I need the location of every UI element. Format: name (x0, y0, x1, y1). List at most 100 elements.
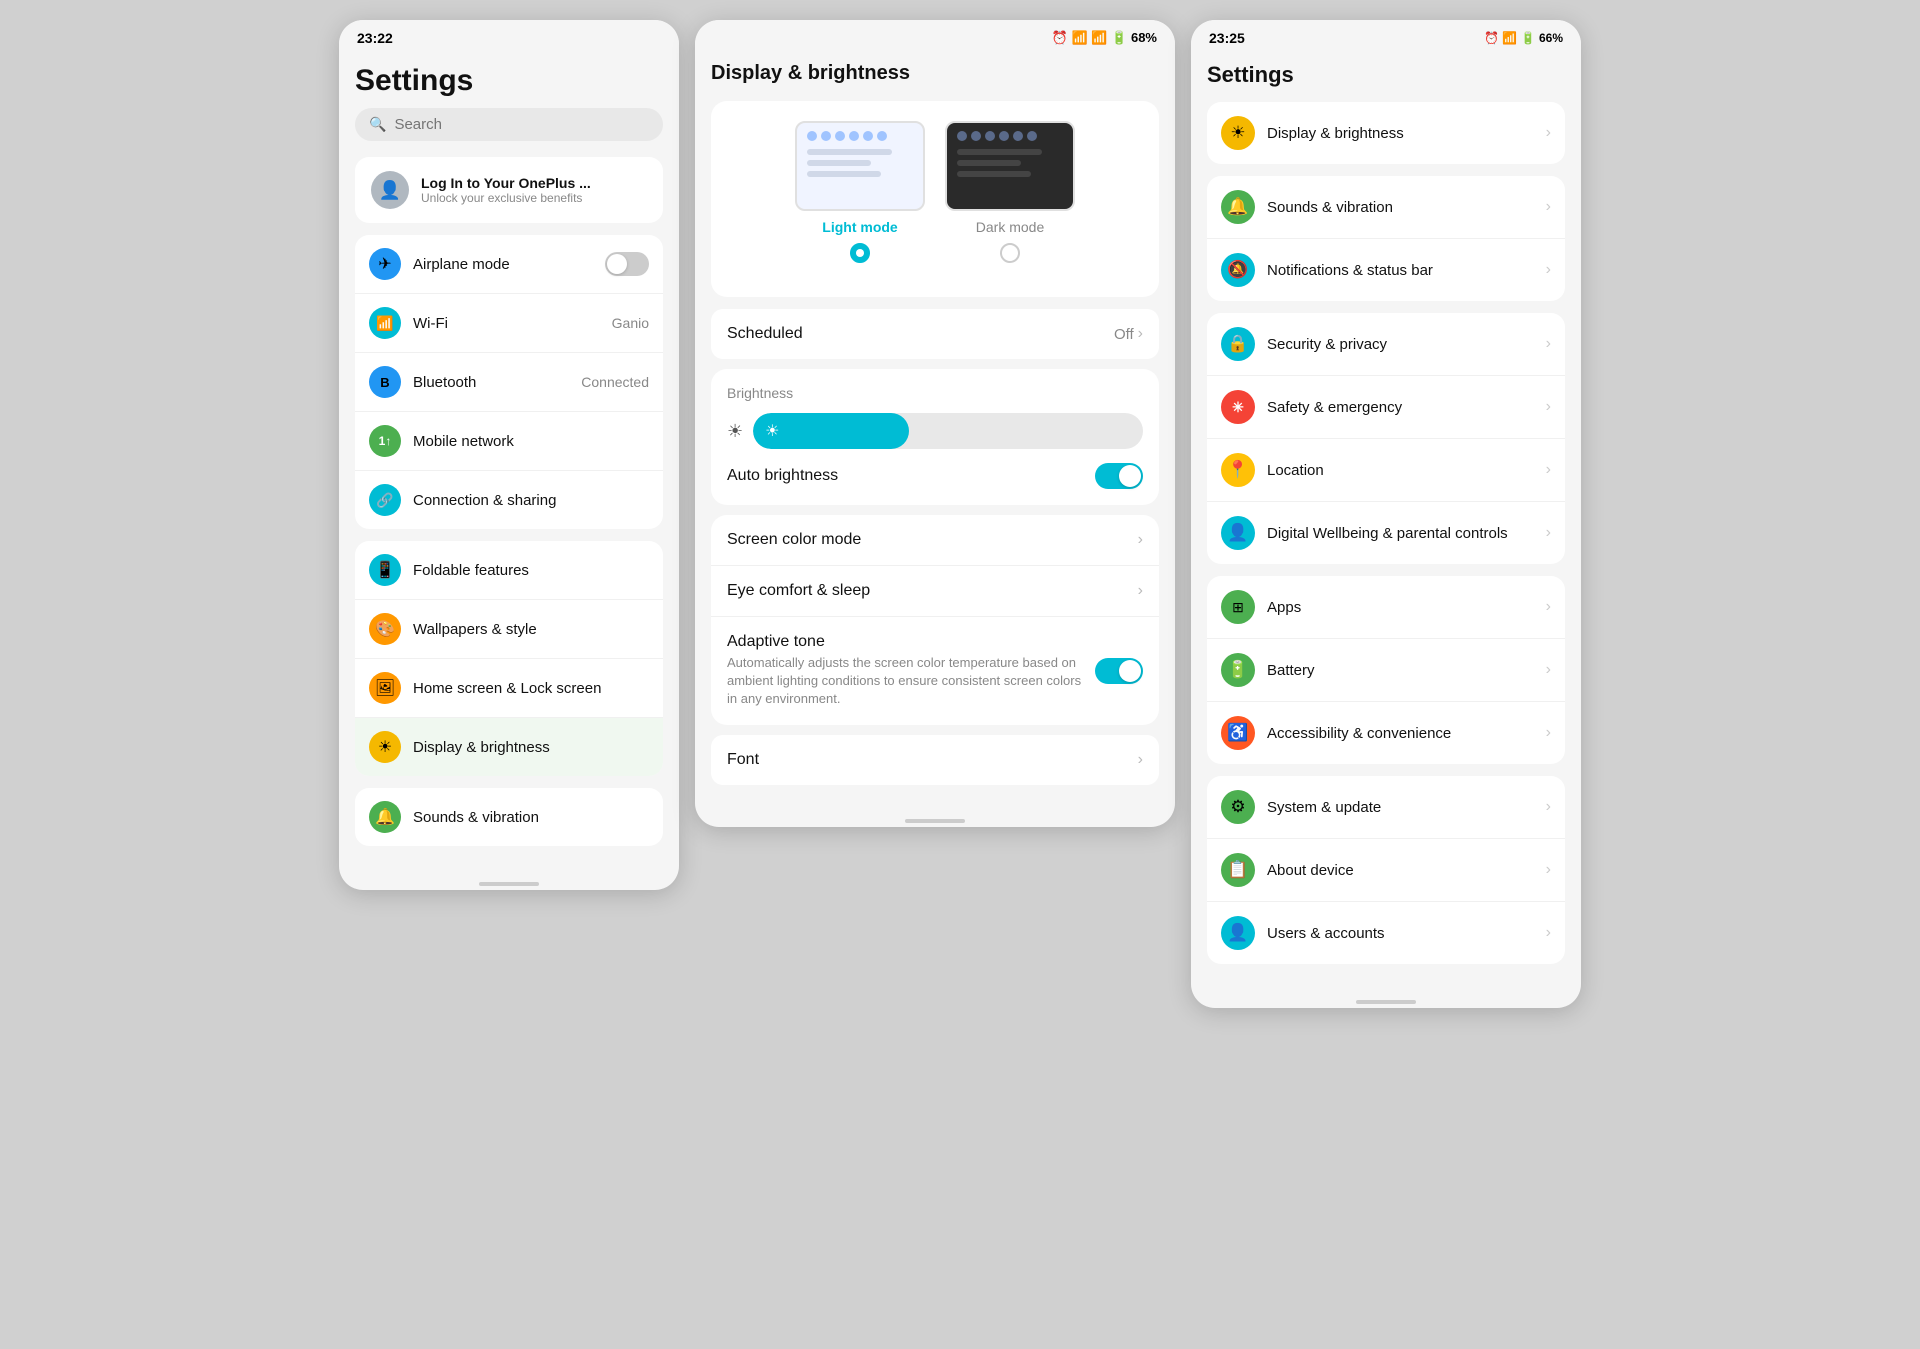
sidebar-item-foldable[interactable]: 📱 Foldable features (355, 541, 663, 600)
right-item-accessibility[interactable]: ♿ Accessibility & convenience › (1207, 702, 1565, 764)
adaptive-tone-toggle[interactable] (1095, 658, 1143, 684)
right-notifications-icon: 🔕 (1221, 253, 1255, 287)
right-item-location[interactable]: 📍 Location › (1207, 439, 1565, 502)
bluetooth-icon: B (369, 366, 401, 398)
preview-line (957, 160, 1021, 166)
right-scroll-bar (1356, 1000, 1416, 1004)
auto-brightness-toggle[interactable] (1095, 463, 1143, 489)
brightness-low-icon: ☀ (727, 421, 743, 442)
search-input[interactable] (394, 116, 649, 133)
font-row[interactable]: Font › (711, 735, 1159, 785)
sidebar-item-display[interactable]: ☀ Display & brightness (355, 718, 663, 776)
middle-status-icons: ⏰ 📶 📶 🔋 68% (1052, 30, 1157, 46)
right-users-chevron: › (1546, 924, 1551, 942)
sidebar-item-connection[interactable]: 🔗 Connection & sharing (355, 471, 663, 529)
light-mode-option[interactable]: Light mode (795, 121, 925, 263)
auto-brightness-label: Auto brightness (727, 467, 838, 485)
right-item-battery[interactable]: 🔋 Battery › (1207, 639, 1565, 702)
preview-line (807, 171, 881, 177)
right-sounds-label: Sounds & vibration (1267, 199, 1534, 216)
airplane-label: Airplane mode (413, 256, 593, 273)
mobile-label: Mobile network (413, 433, 649, 450)
bluetooth-label: Bluetooth (413, 374, 569, 391)
right-battery-icon: 🔋 (1221, 653, 1255, 687)
right-item-apps[interactable]: ⊞ Apps › (1207, 576, 1565, 639)
sidebar-item-wifi[interactable]: 📶 Wi-Fi Ganio (355, 294, 663, 353)
preview-line (807, 160, 871, 166)
preview-dot (985, 131, 995, 141)
sidebar-item-sounds[interactable]: 🔔 Sounds & vibration (355, 788, 663, 846)
airplane-icon: ✈ (369, 248, 401, 280)
auto-brightness-row: Auto brightness (727, 463, 1143, 489)
display-list-card: Screen color mode › Eye comfort & sleep … (711, 515, 1159, 725)
sidebar-item-homescreen[interactable]: 🖼 Home screen & Lock screen (355, 659, 663, 718)
sidebar-item-mobile[interactable]: 1↑ Mobile network (355, 412, 663, 471)
connectivity-group: ✈ Airplane mode 📶 Wi-Fi Ganio B Bluetoot… (355, 235, 663, 529)
dark-mode-preview (945, 121, 1075, 211)
right-accessibility-icon: ♿ (1221, 716, 1255, 750)
sidebar-item-bluetooth[interactable]: B Bluetooth Connected (355, 353, 663, 412)
screen-color-chevron: › (1138, 531, 1143, 549)
scheduled-label: Scheduled (727, 325, 803, 343)
airplane-toggle[interactable] (605, 252, 649, 276)
right-status-bar: 23:25 ⏰ 📶 🔋 66% (1191, 20, 1581, 52)
right-display-icon: ☀ (1221, 116, 1255, 150)
right-system-chevron: › (1546, 798, 1551, 816)
sidebar-item-wallpaper[interactable]: 🎨 Wallpapers & style (355, 600, 663, 659)
eye-comfort-title: Eye comfort & sleep (727, 582, 1138, 600)
adaptive-tone-sub: Automatically adjusts the screen color t… (727, 654, 1085, 709)
right-item-system[interactable]: ⚙ System & update › (1207, 776, 1565, 839)
right-item-notifications[interactable]: 🔕 Notifications & status bar › (1207, 239, 1565, 301)
light-mode-label: Light mode (822, 219, 897, 235)
right-display-chevron: › (1546, 124, 1551, 142)
eye-comfort-item[interactable]: Eye comfort & sleep › (711, 566, 1159, 617)
right-item-users[interactable]: 👤 Users & accounts › (1207, 902, 1565, 964)
right-location-label: Location (1267, 462, 1534, 479)
customization-group: 📱 Foldable features 🎨 Wallpapers & style… (355, 541, 663, 776)
preview-dot (849, 131, 859, 141)
dark-mode-radio[interactable] (1000, 243, 1020, 263)
preview-dot (971, 131, 981, 141)
search-bar[interactable]: 🔍 (355, 108, 663, 141)
wifi-icon: 📶 (369, 307, 401, 339)
right-digital-label: Digital Wellbeing & parental controls (1267, 525, 1534, 542)
right-item-about[interactable]: 📋 About device › (1207, 839, 1565, 902)
right-item-safety[interactable]: ✳ Safety & emergency › (1207, 376, 1565, 439)
right-users-label: Users & accounts (1267, 925, 1534, 942)
sidebar-item-airplane[interactable]: ✈ Airplane mode (355, 235, 663, 294)
mode-selector-card: Light mode (711, 101, 1159, 297)
detail-title: Display & brightness (711, 62, 1159, 85)
preview-dot (957, 131, 967, 141)
right-item-digital[interactable]: 👤 Digital Wellbeing & parental controls … (1207, 502, 1565, 564)
middle-scroll-bar (905, 819, 965, 823)
adaptive-tone-item[interactable]: Adaptive tone Automatically adjusts the … (711, 617, 1159, 725)
right-safety-label: Safety & emergency (1267, 399, 1534, 416)
screen-color-item[interactable]: Screen color mode › (711, 515, 1159, 566)
dark-mode-label: Dark mode (976, 219, 1044, 235)
connection-icon: 🔗 (369, 484, 401, 516)
right-about-label: About device (1267, 862, 1534, 879)
login-card[interactable]: 👤 Log In to Your OnePlus ... Unlock your… (355, 157, 663, 223)
homescreen-icon: 🖼 (369, 672, 401, 704)
left-time: 23:22 (357, 30, 393, 46)
dark-mode-option[interactable]: Dark mode (945, 121, 1075, 263)
right-item-sounds[interactable]: 🔔 Sounds & vibration › (1207, 176, 1565, 239)
right-time: 23:25 (1209, 30, 1245, 46)
preview-dot (807, 131, 817, 141)
middle-panel: ⏰ 📶 📶 🔋 68% Display & brightness (695, 20, 1175, 827)
screen-color-title: Screen color mode (727, 531, 1138, 549)
preview-dot (877, 131, 887, 141)
right-panel: 23:25 ⏰ 📶 🔋 66% Settings ☀ Display & bri… (1191, 20, 1581, 1008)
preview-dot (821, 131, 831, 141)
preview-dot (835, 131, 845, 141)
font-label: Font (727, 751, 759, 769)
light-mode-radio[interactable] (850, 243, 870, 263)
right-apps-icon: ⊞ (1221, 590, 1255, 624)
left-settings-title: Settings (355, 64, 663, 98)
right-about-icon: 📋 (1221, 853, 1255, 887)
scheduled-row[interactable]: Scheduled Off › (711, 309, 1159, 359)
right-apps-group: ⊞ Apps › 🔋 Battery › ♿ Accessibility & c… (1207, 576, 1565, 764)
right-item-security[interactable]: 🔒 Security & privacy › (1207, 313, 1565, 376)
right-item-display[interactable]: ☀ Display & brightness › (1207, 102, 1565, 164)
brightness-track[interactable]: ☀ (753, 413, 1143, 449)
